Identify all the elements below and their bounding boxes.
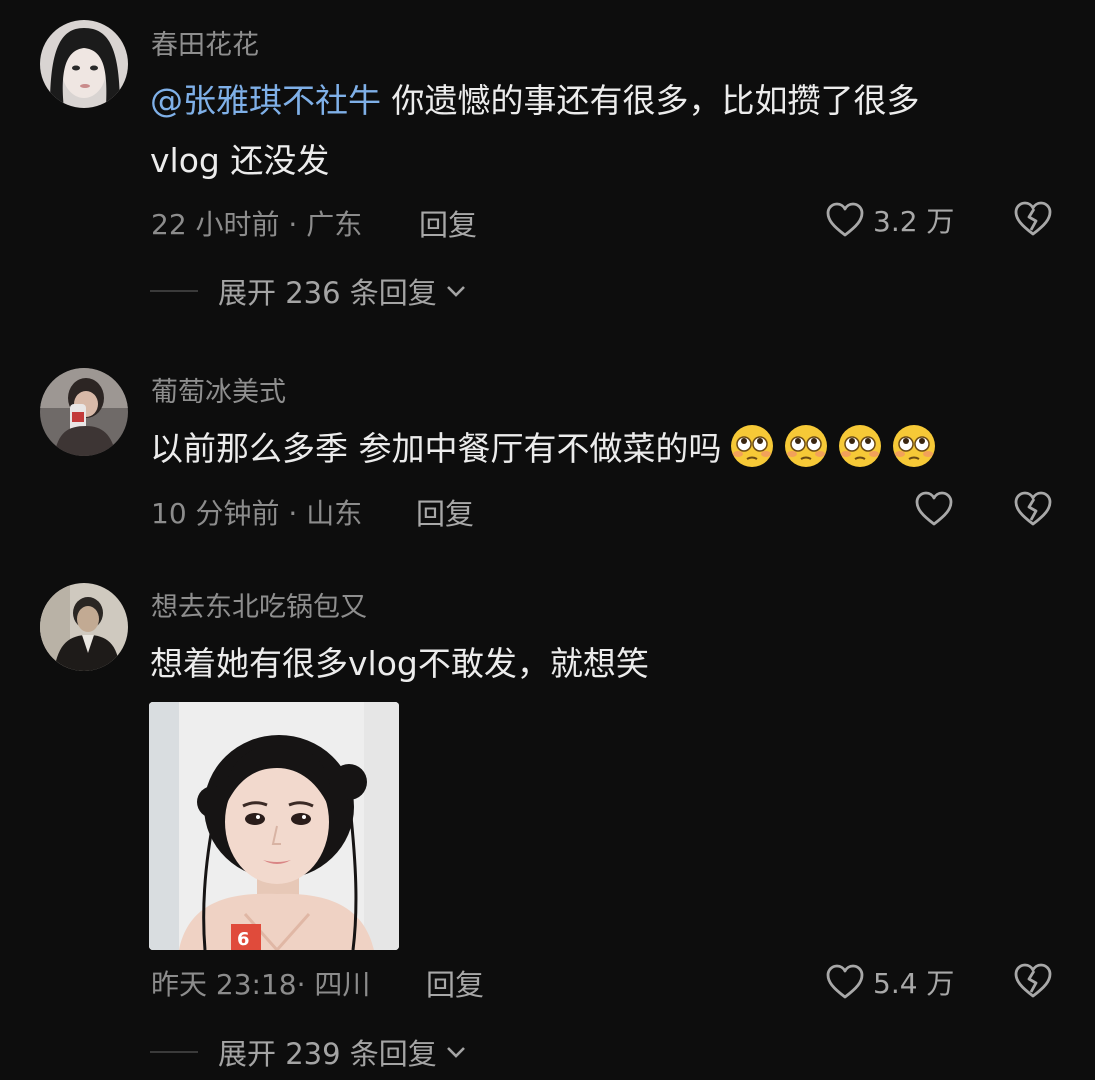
heart-icon xyxy=(915,491,953,526)
divider xyxy=(150,1051,198,1053)
avatar[interactable] xyxy=(40,368,128,456)
reply-button[interactable]: 回复 xyxy=(426,962,484,1004)
comment-image[interactable]: 6 xyxy=(149,702,399,950)
like-count: 5.4 万 xyxy=(873,967,955,1000)
comment-text: 想着她有很多vlog不敢发，就想笑 xyxy=(150,644,649,683)
flushed-face-emoji xyxy=(730,425,773,467)
broken-heart-icon xyxy=(1014,963,1052,998)
expand-label: 展开 236 条回复 xyxy=(218,276,437,310)
svg-text:6: 6 xyxy=(237,929,250,950)
chevron-down-icon xyxy=(446,286,465,297)
expand-label: 展开 239 条回复 xyxy=(218,1037,437,1071)
reply-button[interactable]: 回复 xyxy=(416,491,474,533)
dislike-button[interactable] xyxy=(1013,962,1053,1004)
comment-meta: 22 小时前 · 广东 xyxy=(151,208,363,241)
like-button[interactable]: 3.2 万 xyxy=(825,200,954,240)
like-button[interactable] xyxy=(914,490,954,528)
expand-replies[interactable]: 展开 236 条回复 xyxy=(150,270,467,312)
avatar[interactable] xyxy=(40,20,128,108)
username[interactable]: 春田花花 xyxy=(151,23,259,62)
heart-icon xyxy=(826,964,864,999)
like-button[interactable]: 5.4 万 xyxy=(825,962,954,1002)
comment-meta: 10 分钟前 · 山东 xyxy=(151,497,363,530)
comment-text-line1: 你遗憾的事还有很多，比如攒了很多 xyxy=(391,81,920,120)
comment-text: @张雅琪不社牛 你遗憾的事还有很多，比如攒了很多 xyxy=(150,72,920,130)
username[interactable]: 葡萄冰美式 xyxy=(151,370,286,409)
divider xyxy=(150,290,198,292)
flushed-face-emoji xyxy=(838,425,881,467)
comment-text-line2: vlog 还没发 xyxy=(150,141,330,180)
reply-button[interactable]: 回复 xyxy=(419,202,477,244)
dislike-button[interactable] xyxy=(1013,200,1053,242)
like-count: 3.2 万 xyxy=(873,205,955,238)
chevron-down-icon xyxy=(446,1047,465,1058)
flushed-face-emoji xyxy=(784,425,827,467)
mention-link[interactable]: @张雅琪不社牛 xyxy=(150,81,381,120)
avatar[interactable] xyxy=(40,583,128,671)
flushed-face-emoji xyxy=(892,425,935,467)
comment-text: 以前那么多季 参加中餐厅有不做菜的吗 xyxy=(150,420,938,478)
comment-meta: 昨天 23:18· 四川 xyxy=(151,968,371,1001)
username[interactable]: 想去东北吃锅包又 xyxy=(151,585,367,624)
broken-heart-icon xyxy=(1014,491,1052,526)
dislike-button[interactable] xyxy=(1013,490,1053,532)
expand-replies[interactable]: 展开 239 条回复 xyxy=(150,1031,467,1073)
broken-heart-icon xyxy=(1014,201,1052,236)
heart-icon xyxy=(826,202,864,237)
